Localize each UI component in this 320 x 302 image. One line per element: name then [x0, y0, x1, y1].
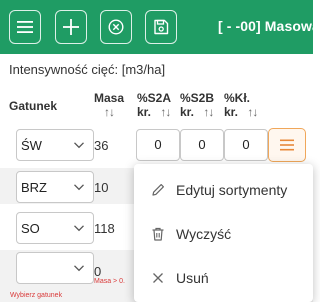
header-species[interactable]: Gatunek: [9, 99, 57, 113]
species-warning: Wybierz gatunek: [10, 292, 63, 299]
chevron-down-icon: [74, 142, 84, 149]
header-masa-label: Masa: [94, 91, 125, 105]
hamburger-menu-button[interactable]: [9, 10, 41, 44]
menu-item-label: Wyczyść: [176, 226, 232, 242]
species-select[interactable]: ŚW: [16, 129, 94, 161]
menu-item-clear[interactable]: Wyczyść: [134, 212, 313, 256]
header-s2a-label: %S2A: [137, 91, 172, 105]
sort-arrows-icon: ↑↓: [104, 105, 115, 119]
row-menu-button[interactable]: [268, 128, 306, 162]
header-kl[interactable]: %Kł. kr. ↑↓: [224, 91, 258, 119]
species-value: ŚW: [21, 137, 42, 153]
sort-arrows-icon: ↑↓: [203, 105, 214, 119]
close-x-icon: [153, 273, 163, 283]
masa-value: 0: [94, 264, 102, 279]
add-button[interactable]: [55, 10, 87, 44]
pencil-icon: [152, 184, 164, 196]
header-kl-label: %Kł.: [224, 91, 251, 105]
header-s2a-sub: kr.: [137, 105, 152, 119]
species-value: BRZ: [21, 179, 47, 195]
hamburger-menu-icon: [17, 21, 33, 33]
header-kl-sub: kr.: [224, 105, 239, 119]
header-s2b[interactable]: %S2B kr. ↑↓: [180, 91, 214, 119]
row-context-menu: Edytuj sortymenty Wyczyść Usuń: [134, 164, 313, 302]
s2b-input[interactable]: 0: [180, 129, 224, 161]
chevron-down-icon: [74, 184, 84, 191]
header-s2b-sub: kr.: [180, 105, 195, 119]
species-select[interactable]: SO: [16, 212, 94, 244]
masa-warning: Masa > 0.: [94, 278, 125, 285]
menu-item-edit-assortments[interactable]: Edytuj sortymenty: [134, 168, 313, 212]
s2a-input[interactable]: 0: [136, 129, 180, 161]
trash-icon: [152, 227, 164, 241]
species-value: SO: [21, 220, 40, 236]
header-masa[interactable]: Masa ↑↓: [94, 91, 124, 119]
save-button[interactable]: [145, 10, 177, 44]
chevron-down-icon: [74, 225, 84, 232]
floppy-save-icon: [154, 19, 169, 35]
toolbar-title: [ - -00] Masowa: [218, 18, 313, 34]
chevron-down-icon: [74, 265, 84, 272]
masa-value: 118: [94, 221, 115, 236]
sort-arrows-icon: ↑↓: [160, 105, 171, 119]
top-toolbar: [ - -00] Masowa: [0, 0, 313, 54]
menu-item-label: Usuń: [176, 270, 209, 286]
species-select[interactable]: [16, 252, 94, 284]
cancel-button[interactable]: [100, 10, 132, 44]
masa-value: 36: [94, 138, 109, 153]
sort-arrows-icon: ↑↓: [247, 105, 258, 119]
masa-value: 10: [94, 180, 109, 195]
intensity-label: Intensywność cięć: [m3/ha]: [9, 62, 166, 77]
species-select[interactable]: BRZ: [16, 171, 94, 203]
menu-item-delete[interactable]: Usuń: [134, 256, 313, 300]
hamburger-menu-icon: [280, 139, 294, 151]
kl-input[interactable]: 0: [224, 129, 268, 161]
header-s2a[interactable]: %S2A kr. ↑↓: [137, 91, 171, 119]
menu-item-label: Edytuj sortymenty: [176, 182, 288, 198]
header-s2b-label: %S2B: [180, 91, 215, 105]
circle-x-icon: [108, 19, 124, 35]
plus-icon: [63, 19, 79, 35]
